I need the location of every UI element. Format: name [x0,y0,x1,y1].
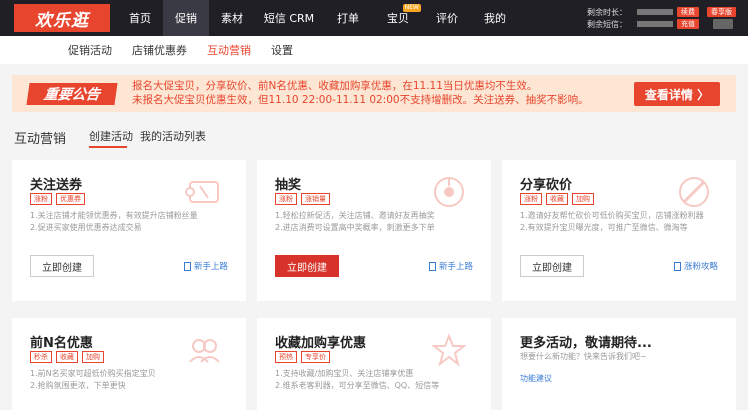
desc-line: 2.进店消费可设置高中奖概率，刺激更多下单 [275,223,435,232]
tab-create-activity[interactable]: 创建活动 [89,128,133,144]
card-lottery: 抽奖 涨粉 涨销量 1.轻松拉新促活，关注店铺、邀请好友再抽奖 2.进店消费可设… [257,160,491,301]
nav-home[interactable]: 首页 [117,0,163,36]
card-tags: 涨粉 优惠券 [30,193,89,205]
announcement-line-2: 未报名大促宝贝优惠生效，但11.10 22:00-11.11 02:00不支持增… [132,94,589,106]
tag: 加购 [82,351,104,363]
tag: 优惠券 [56,193,85,205]
create-button[interactable]: 立即创建 [30,255,94,277]
card-favorite-cart-discount: 收藏加购享优惠 预热 专享价 1.支持收藏/加购宝贝、关注店铺享优惠 2.维系老… [257,318,491,410]
remaining-sms-value [637,21,673,27]
card-tags: 秒杀 收藏 加购 [30,351,108,363]
guide-link[interactable]: 涨粉攻略 [673,260,718,272]
nav-print[interactable]: 打单 [323,0,373,36]
active-tab-underline [89,146,127,148]
card-desc: 1.轻松拉新促活，关注店铺、邀请好友再抽奖 2.进店消费可设置高中奖概率，刺激更… [275,210,435,234]
remaining-time-label: 剩余时长： [587,7,627,17]
tag: 专享价 [301,351,330,363]
remaining-time-value [637,9,673,15]
recharge-button[interactable]: 充值 [677,19,699,29]
guide-link-label: 新手上路 [193,262,228,272]
knife-icon [679,177,709,207]
main-nav: 首页 促销 素材 短信 CRM 打单 宝贝 NEW 评价 我的 [117,0,519,36]
tag: 收藏 [56,351,78,363]
subnav-promotion-activity[interactable]: 促销活动 [68,42,112,58]
new-badge: NEW [402,4,421,12]
guide-link-label: 涨粉攻略 [683,262,718,272]
tag: 秒杀 [30,351,52,363]
desc-line: 1.关注店铺才能领优惠券，有效提升店铺粉丝量 [30,211,198,220]
card-tags: 预热 专享价 [275,351,334,363]
create-button[interactable]: 立即创建 [275,255,339,277]
subnav-settings[interactable]: 设置 [271,42,293,58]
tag: 收藏 [546,193,568,205]
section-title: 互动营销 [14,132,67,147]
card-title: 收藏加购享优惠 [275,336,367,351]
nav-goods-label: 宝贝 [387,12,409,25]
card-tags: 涨粉 收藏 加购 [520,193,598,205]
trial-badge: 春享版 [707,7,736,17]
renew-button[interactable]: 续费 [677,7,699,17]
nav-goods[interactable]: 宝贝 NEW [373,0,423,36]
card-title: 关注送券 [30,178,83,193]
guide-link[interactable]: 新手上路 [428,260,473,272]
ticket-icon [185,181,219,203]
card-title: 分享砍价 [520,178,573,193]
remaining-sms-label: 剩余短信： [587,19,627,29]
document-icon [673,261,681,271]
create-button[interactable]: 立即创建 [520,255,584,277]
desc-line: 2.维系老客利器，可分享至微信、QQ、短信等 [275,381,440,390]
desc-line: 1.轻松拉新促活，关注店铺、邀请好友再抽奖 [275,211,435,220]
subnav-interactive-marketing[interactable]: 互动营销 [207,42,251,58]
desc-line: 2.有效提升宝贝曝光度，可推广至微信、微淘等 [520,223,688,232]
more-title: 更多活动，敬请期待... [520,336,652,351]
tab-my-activity-list[interactable]: 我的活动列表 [140,128,206,144]
account-info: 剩余时长： 续费 春享版 剩余短信： 充值 [587,6,747,30]
nav-review[interactable]: 评价 [423,0,471,36]
announcement-line-1: 报名大促宝贝，分享砍价、前N名优惠、收藏加购享优惠，在11.11当日优惠均不生效… [132,80,538,92]
tag: 涨粉 [520,193,542,205]
card-desc: 1.前N名买家可超低价购买指定宝贝 2.抢购氛围更浓，下单更快 [30,368,156,392]
star-icon [431,333,467,367]
announcement-text: 报名大促宝贝，分享砍价、前N名优惠、收藏加购享优惠，在11.11当日优惠均不生效… [132,79,589,107]
card-more-activities: 更多活动，敬请期待... 想要什么新功能？快来告诉我们吧~ 功能建议 [502,318,736,410]
document-icon [428,261,436,271]
nav-mine[interactable]: 我的 [471,0,519,36]
guide-link[interactable]: 新手上路 [183,260,228,272]
more-desc: 想要什么新功能？快来告诉我们吧~ [520,352,647,361]
card-desc: 1.关注店铺才能领优惠券，有效提升店铺粉丝量 2.促进买家使用优惠券达成交易 [30,210,198,234]
group-icon [189,339,220,363]
tag: 涨粉 [30,193,52,205]
card-title: 前N名优惠 [30,336,93,351]
nav-promotion[interactable]: 促销 [163,0,209,36]
app-logo[interactable]: 欢乐逛 [14,4,110,32]
card-desc: 1.支持收藏/加购宝贝、关注店铺享优惠 2.维系老客利器，可分享至微信、QQ、短… [275,368,439,392]
desc-line: 2.促进买家使用优惠券达成交易 [30,223,142,232]
view-details-button[interactable]: 查看详情 〉 [634,82,720,106]
tag: 加购 [572,193,594,205]
tag: 涨粉 [275,193,297,205]
lottery-icon [434,177,464,207]
card-share-bargain: 分享砍价 涨粉 收藏 加购 1.邀请好友帮忙砍价可低价购买宝贝，店铺涨粉利器 2… [502,160,736,301]
tag: 预热 [275,351,297,363]
announcement-banner: 重要公告 报名大促宝贝，分享砍价、前N名优惠、收藏加购享优惠，在11.11当日优… [12,75,736,112]
guide-link-label: 新手上路 [438,262,473,272]
card-tags: 涨粉 涨销量 [275,193,334,205]
desc-line: 1.前N名买家可超低价购买指定宝贝 [30,369,156,378]
desc-line: 1.支持收藏/加购宝贝、关注店铺享优惠 [275,369,414,378]
user-avatar[interactable] [713,19,733,29]
card-title: 抽奖 [275,178,302,193]
card-follow-coupon: 关注送券 涨粉 优惠券 1.关注店铺才能领优惠券，有效提升店铺粉丝量 2.促进买… [12,160,246,301]
sub-nav: 促销活动 店铺优惠券 互动营销 设置 [0,36,748,64]
nav-material[interactable]: 素材 [209,0,255,36]
nav-sms-crm[interactable]: 短信 CRM [255,0,323,36]
card-desc: 1.邀请好友帮忙砍价可低价购买宝贝，店铺涨粉利器 2.有效提升宝贝曝光度，可推广… [520,210,704,234]
card-first-n-discount: 前N名优惠 秒杀 收藏 加购 1.前N名买家可超低价购买指定宝贝 2.抢购氛围更… [12,318,246,410]
document-icon [183,261,191,271]
desc-line: 2.抢购氛围更浓，下单更快 [30,381,126,390]
top-bar: 欢乐逛 首页 促销 素材 短信 CRM 打单 宝贝 NEW 评价 我的 剩余时长… [0,0,748,36]
tag: 涨销量 [301,193,330,205]
feature-suggestion-link[interactable]: 功能建议 [520,373,552,384]
subnav-store-coupon[interactable]: 店铺优惠券 [132,42,187,58]
announcement-tag: 重要公告 [26,83,118,105]
